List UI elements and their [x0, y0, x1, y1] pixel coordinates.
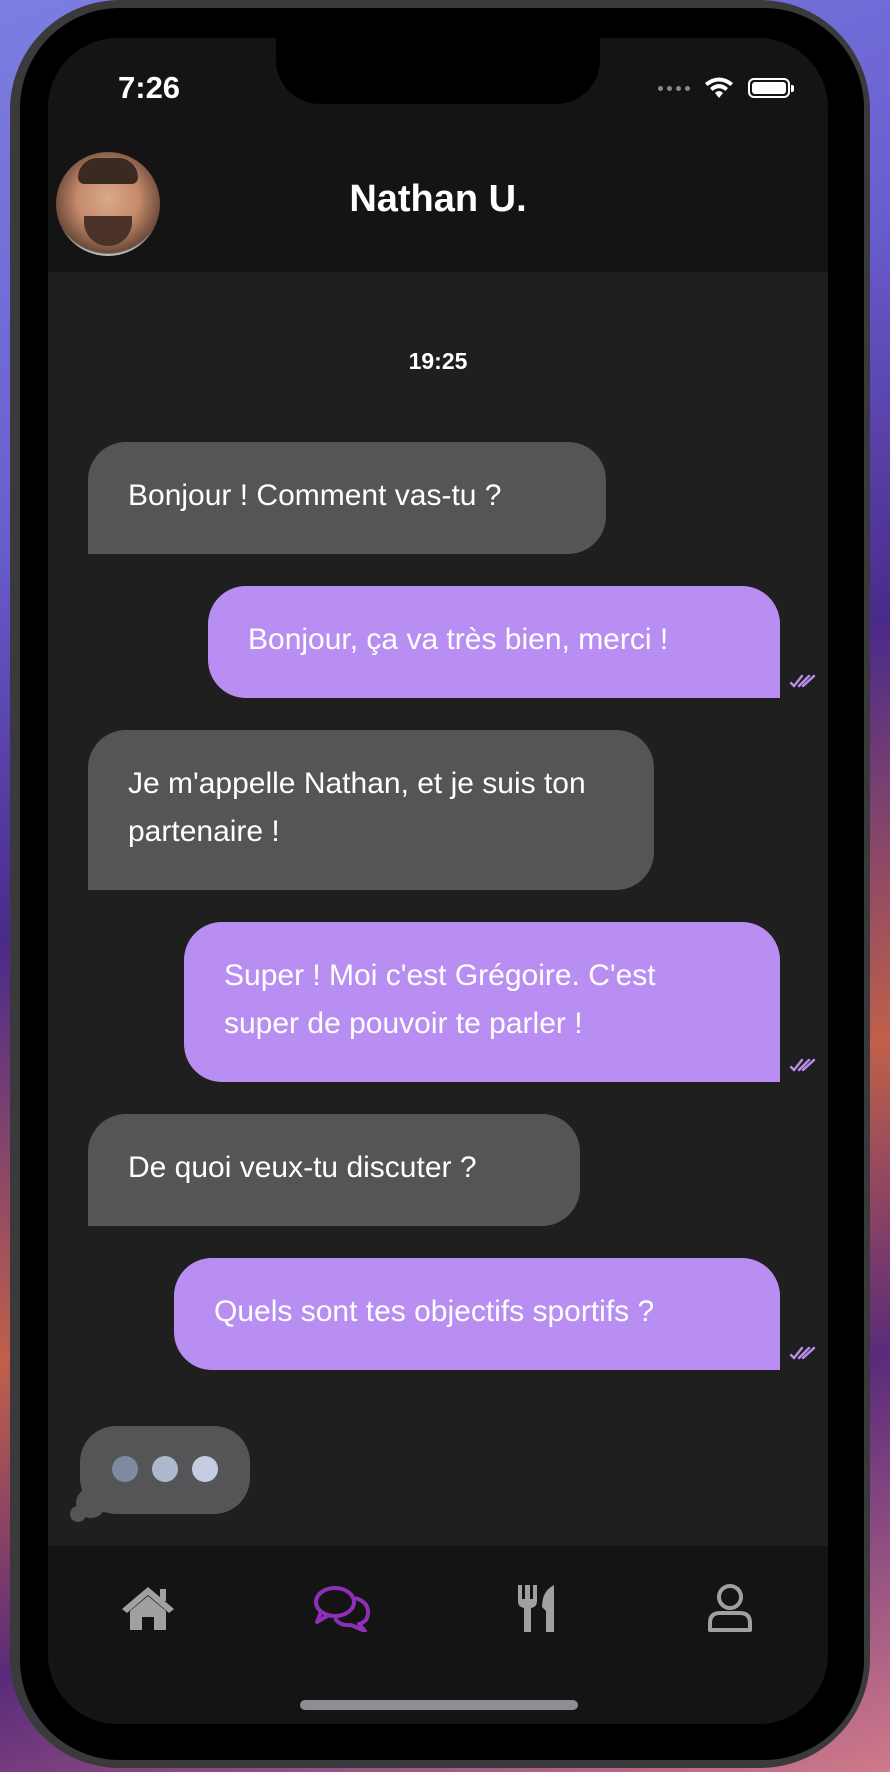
double-check-icon: [790, 1058, 816, 1072]
tab-profile[interactable]: [698, 1580, 762, 1636]
tab-chat[interactable]: [310, 1580, 374, 1636]
home-icon: [122, 1587, 174, 1630]
double-check-icon: [790, 1346, 816, 1360]
message-outgoing: Bonjour, ça va très bien, merci !: [208, 586, 780, 698]
message-text: Bonjour, ça va très bien, merci !: [248, 623, 669, 656]
typing-dot: [192, 1456, 218, 1482]
chat-timestamp: 19:25: [408, 348, 468, 374]
status-time: 7:26: [118, 70, 181, 105]
message-text: Quels sont tes objectifs sportifs ?: [214, 1295, 655, 1328]
user-icon: [708, 1584, 752, 1632]
status-icons: [658, 74, 794, 102]
typing-dot: [152, 1456, 178, 1482]
chat-icon: [314, 1586, 371, 1632]
message-incoming: Je m'appelle Nathan, et je suis ton part…: [88, 730, 654, 890]
home-indicator[interactable]: [300, 1700, 578, 1710]
message-outgoing: Quels sont tes objectifs sportifs ?: [174, 1258, 780, 1370]
tab-meals[interactable]: [504, 1580, 568, 1636]
chat-header: Nathan U.: [48, 138, 828, 272]
wifi-icon: [705, 77, 733, 98]
signal-icon: [658, 85, 690, 91]
utensils-icon: [518, 1585, 554, 1632]
message-incoming: De quoi veux-tu discuter ?: [88, 1114, 580, 1226]
message-text: Je m'appelle Nathan, et je suis ton part…: [128, 767, 586, 848]
message-incoming: Bonjour ! Comment vas-tu ?: [88, 442, 606, 554]
message-text: De quoi veux-tu discuter ?: [128, 1151, 477, 1184]
double-check-icon: [790, 674, 816, 688]
tab-bar: [48, 1546, 828, 1724]
status-bar: 7:26: [48, 38, 828, 138]
message-text: Bonjour ! Comment vas-tu ?: [128, 479, 502, 512]
contact-name: Nathan U.: [349, 178, 527, 220]
message-outgoing: Super ! Moi c'est Grégoire. C'est super …: [184, 922, 780, 1082]
typing-indicator: [80, 1426, 250, 1514]
message-text: Super ! Moi c'est Grégoire. C'est super …: [224, 959, 656, 1040]
notch: [276, 38, 600, 104]
typing-dot: [112, 1456, 138, 1482]
screen: 7:26 Nathan U. 19:25 Bonjour ! Comment v…: [48, 38, 828, 1724]
battery-icon: [748, 78, 794, 98]
tab-home[interactable]: [116, 1580, 180, 1636]
